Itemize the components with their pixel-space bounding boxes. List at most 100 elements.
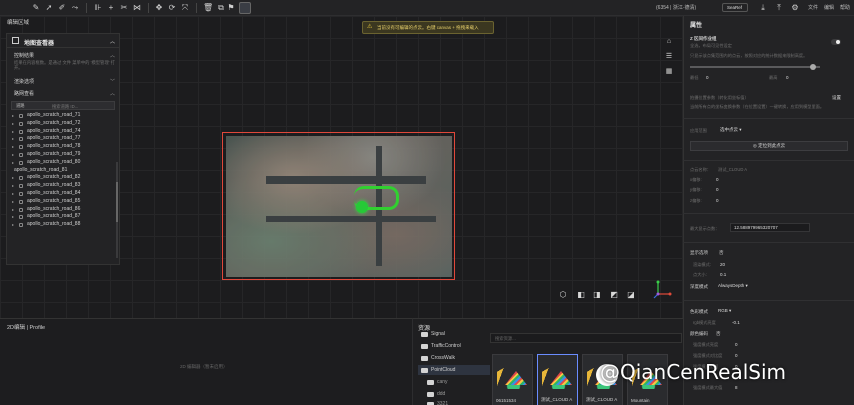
upload-icon[interactable]: ⤒ — [774, 3, 784, 13]
expand-arrow-icon[interactable]: ▸ — [12, 112, 14, 120]
view-iso-icon[interactable]: ⬡ — [558, 290, 568, 300]
road-search-input[interactable] — [52, 103, 116, 109]
expand-arrow-icon[interactable]: ▸ — [12, 135, 14, 143]
expand-arrow-icon[interactable]: ▸ — [12, 120, 14, 128]
add-icon[interactable]: + — [106, 3, 116, 13]
view-side-icon[interactable]: ◨ — [592, 290, 602, 300]
color-mode-select[interactable]: RGB ▾ — [716, 307, 731, 315]
expand-arrow-icon[interactable]: ▸ — [12, 206, 14, 214]
view-front-icon[interactable]: ◧ — [576, 290, 586, 300]
min-value[interactable]: 0 — [706, 75, 709, 80]
render-mode-value[interactable]: 20 — [720, 262, 725, 267]
depth-mode-select[interactable]: AlwaysDepth ▾ — [716, 282, 748, 290]
road-list-item[interactable]: ▸ apollo_scratch_road_79 — [7, 151, 119, 159]
expand-arrow-icon[interactable]: ▸ — [12, 143, 14, 151]
map-viewer-header[interactable]: 地图查看器 ︿ — [7, 34, 119, 48]
scroll-thumb[interactable] — [116, 182, 118, 222]
home-icon[interactable]: ⌂ — [664, 37, 674, 47]
subfolder-cany[interactable]: cany — [424, 377, 496, 387]
folder-signal[interactable]: Signal — [418, 329, 490, 339]
move-icon[interactable]: ✥ — [154, 3, 164, 13]
flag-icon[interactable]: ⚑ — [226, 3, 236, 13]
road-list-item[interactable]: ▸ apollo_scratch_road_84 — [7, 190, 119, 198]
max-points-input[interactable]: 12.588979965320707 — [730, 223, 810, 232]
intensity-contrast-value[interactable]: 0 — [735, 353, 738, 358]
apply-range-select[interactable]: 选中点云 ▾ — [718, 126, 742, 134]
road-list-item[interactable]: ▸ apollo_scratch_road_86 — [7, 206, 119, 214]
sea-ref-chip[interactable]: SeaRef — [722, 3, 748, 12]
view-back-icon[interactable]: ◪ — [626, 290, 636, 300]
road-list-item[interactable]: ▸ apollo_scratch_road_72 — [7, 120, 119, 128]
road-list-item[interactable]: ▸ apollo_scratch_road_71 — [7, 112, 119, 120]
y-offset-value[interactable]: 0 — [716, 187, 719, 192]
folder-pointcloud[interactable]: PointCloud — [418, 365, 490, 375]
menu-file[interactable]: 文件 — [808, 4, 818, 11]
settings-icon[interactable]: ⚙ — [790, 3, 800, 13]
pen-icon[interactable]: ➚ — [44, 3, 54, 13]
intensity-brightness-value[interactable]: 0 — [735, 342, 738, 347]
delete-icon[interactable]: 🗑 — [203, 3, 213, 13]
expand-arrow-icon[interactable]: ▸ — [12, 182, 14, 190]
resource-thumb[interactable]: 06151534 — [492, 354, 533, 405]
copy-icon[interactable]: ⧉ — [216, 3, 226, 13]
z-range-slider[interactable] — [690, 64, 820, 70]
road-list-item[interactable]: ▸ apollo_scratch_road_82 — [7, 174, 119, 182]
layers-icon[interactable]: ☰ — [664, 52, 674, 62]
grid-icon[interactable]: ▦ — [664, 67, 674, 77]
download-icon[interactable]: ⤓ — [758, 3, 768, 13]
view-top-icon[interactable]: ◩ — [609, 290, 619, 300]
road-filter-label[interactable]: 道路 — [16, 103, 25, 109]
display-options-value[interactable]: 否 — [719, 250, 724, 256]
point-cloud-tool-button[interactable] — [239, 2, 251, 14]
section-road-view[interactable]: 路网查看 ︿ — [7, 86, 119, 98]
resource-thumb[interactable]: 测试_CLOUD A — [537, 354, 578, 405]
resource-search-input[interactable]: 搜索资源... — [490, 333, 682, 343]
select-icon[interactable]: ✎ — [31, 3, 41, 13]
road-list-item[interactable]: ▸ apollo_scratch_road_85 — [7, 198, 119, 206]
road-list-scrollbar[interactable] — [116, 162, 118, 258]
road-list-item[interactable]: ▸ apollo_scratch_road_80 — [7, 159, 119, 167]
road-list-item[interactable]: ▸ apollo_scratch_road_74 — [7, 128, 119, 136]
expand-arrow-icon[interactable]: ▸ — [12, 213, 14, 221]
subfolder-ddd[interactable]: ddd — [424, 389, 496, 399]
z-range-toggle[interactable] — [831, 39, 841, 45]
road-list-item[interactable]: ▸ apollo_scratch_road_78 — [7, 143, 119, 151]
road-list-item[interactable]: ▸ apollo_scratch_road_87 — [7, 213, 119, 221]
locate-point-cloud-button[interactable]: ◎ 定位到此点云 — [690, 141, 848, 151]
rgb-brightness-value[interactable]: -0.1 — [732, 320, 740, 325]
expand-arrow-icon[interactable]: ▸ — [12, 174, 14, 182]
cut-icon[interactable]: ✂ — [119, 3, 129, 13]
road-list-item[interactable]: ▸ apollo_scratch_road_83 — [7, 182, 119, 190]
split-icon[interactable]: ⋈ — [132, 3, 142, 13]
road-list-item[interactable]: ▸ apollo_scratch_road_77 — [7, 135, 119, 143]
brush-icon[interactable]: ✐ — [57, 3, 67, 13]
point-cloud-selection[interactable] — [222, 132, 455, 280]
slider-knob[interactable] — [810, 64, 816, 70]
green-control-point[interactable] — [356, 201, 368, 213]
folder-trafficcontrol[interactable]: TrafficControl — [418, 341, 490, 351]
expand-arrow-icon[interactable]: ▸ — [12, 128, 14, 136]
point-cloud-render[interactable] — [226, 136, 452, 277]
expand-arrow-icon[interactable]: ▸ — [12, 198, 14, 206]
folder-crosswalk[interactable]: CrossWalk — [418, 353, 490, 363]
menu-help[interactable]: 帮助 — [840, 4, 850, 11]
section-control-results[interactable]: 控制结果 ︿ — [7, 48, 119, 60]
transform-icon[interactable]: ⤧ — [180, 3, 190, 13]
z-offset-value[interactable]: 0 — [716, 198, 719, 203]
position-link[interactable]: 设置 — [832, 95, 841, 101]
road-list-item[interactable]: apollo_scratch_road_81 — [7, 167, 119, 175]
intensity-max-value[interactable]: 8 — [735, 385, 738, 390]
rotate-icon[interactable]: ⟳ — [167, 3, 177, 13]
path-icon[interactable]: ⤳ — [70, 3, 80, 13]
color-code-value[interactable]: 否 — [716, 331, 721, 337]
expand-arrow-icon[interactable]: ▸ — [12, 221, 14, 229]
x-offset-value[interactable]: 0 — [716, 177, 719, 182]
point-size-value[interactable]: 0.1 — [720, 272, 726, 277]
expand-arrow-icon[interactable]: ▸ — [12, 159, 14, 167]
road-list-item[interactable]: ▸ apollo_scratch_road_88 — [7, 221, 119, 229]
subfolder-3321[interactable]: 3321 — [424, 399, 496, 405]
section-render-options[interactable]: 渲染选项 ﹀ — [7, 74, 119, 86]
menu-edit[interactable]: 编辑 — [824, 4, 834, 11]
collapse-icon[interactable]: ︿ — [110, 38, 115, 45]
max-value[interactable]: 0 — [786, 75, 789, 80]
